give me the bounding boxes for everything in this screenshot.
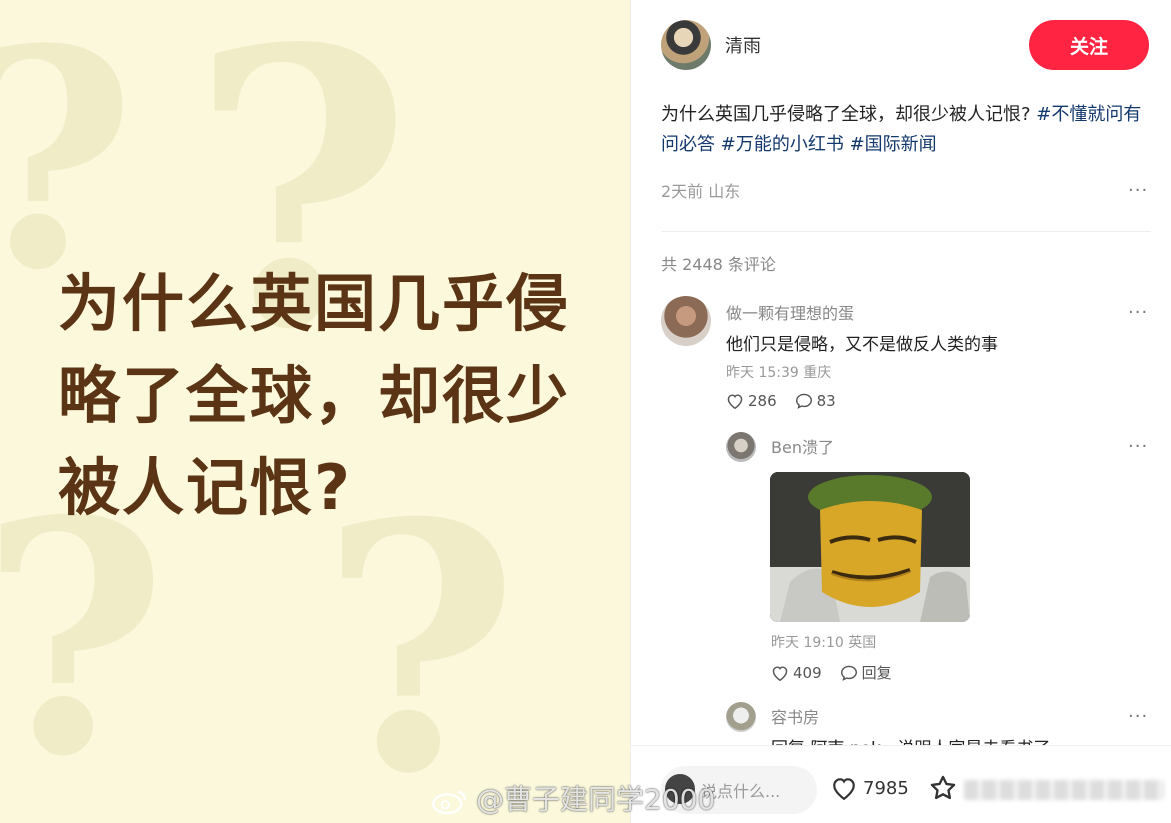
comment-meta: 昨天 15:39 重庆 bbox=[726, 365, 832, 381]
post-like-count: 7985 bbox=[863, 777, 909, 799]
author-avatar[interactable] bbox=[661, 20, 711, 70]
hashtag-link[interactable]: #国际新闻 bbox=[850, 134, 937, 155]
like-count: 286 bbox=[748, 392, 777, 410]
more-options-icon[interactable]: ··· bbox=[1128, 706, 1148, 727]
hashtag-link[interactable]: #万能的小红书 bbox=[721, 134, 844, 155]
divider bbox=[661, 231, 1151, 232]
post-meta: 2天前 山东 bbox=[661, 182, 741, 201]
like-count: 409 bbox=[793, 663, 822, 682]
page: ? ? ? ? 为什么英国几乎侵略了全球，却很少被人记恨? 清雨 关注 为什么英… bbox=[0, 0, 1171, 823]
post-cover-image: ? ? ? ? 为什么英国几乎侵略了全球，却很少被人记恨? bbox=[0, 0, 630, 823]
comment-count: 共 2448 条评论 bbox=[661, 255, 776, 274]
star-icon[interactable] bbox=[929, 774, 957, 802]
watermark: @曹子建同学2000 bbox=[430, 778, 715, 818]
weibo-logo-icon bbox=[432, 790, 467, 814]
comment-username[interactable]: 容书房 bbox=[771, 704, 819, 728]
comment-avatar[interactable] bbox=[661, 296, 711, 346]
reply-count: 83 bbox=[816, 392, 836, 410]
comment-sticker-image[interactable] bbox=[770, 472, 970, 622]
comment-actions: 286 83 bbox=[726, 392, 854, 410]
reply-button[interactable]: 回复 bbox=[840, 662, 892, 683]
author-info[interactable]: 清雨 bbox=[661, 20, 761, 70]
post-body: 为什么英国几乎侵略了全球，却很少被人记恨? bbox=[661, 104, 1037, 125]
heart-icon bbox=[833, 778, 855, 800]
reply-label: 回复 bbox=[861, 664, 892, 682]
comment-avatar[interactable] bbox=[726, 432, 756, 462]
post-detail-panel: 清雨 关注 为什么英国几乎侵略了全球，却很少被人记恨? #不懂就问有问必答 #万… bbox=[630, 0, 1171, 823]
heart-icon bbox=[772, 665, 788, 681]
post-text: 为什么英国几乎侵略了全球，却很少被人记恨? #不懂就问有问必答 #万能的小红书 … bbox=[661, 100, 1151, 160]
comment-bubble-icon bbox=[795, 393, 812, 409]
post-like-button[interactable]: 7985 bbox=[831, 776, 909, 800]
comment-username[interactable]: Ben溃了 bbox=[771, 434, 834, 458]
watermark-text: @曹子建同学2000 bbox=[476, 783, 716, 816]
more-options-icon[interactable]: ··· bbox=[1128, 302, 1148, 323]
comment-avatar[interactable] bbox=[726, 702, 756, 732]
blurred-region bbox=[964, 780, 1164, 800]
like-button[interactable]: 286 bbox=[726, 392, 777, 410]
cover-title: 为什么英国几乎侵略了全球，却很少被人记恨? bbox=[58, 267, 571, 524]
heart-icon bbox=[727, 394, 743, 409]
comment-actions: 409 回复 bbox=[771, 662, 910, 683]
more-options-icon[interactable]: ··· bbox=[1128, 436, 1148, 457]
like-button[interactable]: 409 bbox=[771, 664, 822, 682]
comment-meta: 昨天 19:10 英国 bbox=[771, 635, 877, 651]
comment-bubble-icon bbox=[840, 665, 857, 681]
author-name[interactable]: 清雨 bbox=[725, 32, 761, 58]
reply-button[interactable]: 83 bbox=[795, 392, 836, 410]
follow-button[interactable]: 关注 bbox=[1029, 20, 1149, 70]
more-options-icon[interactable]: ··· bbox=[1128, 180, 1148, 201]
comment-text: 他们只是侵略，又不是做反人类的事 bbox=[726, 335, 998, 355]
comment-username[interactable]: 做一颗有理想的蛋 bbox=[726, 300, 854, 324]
